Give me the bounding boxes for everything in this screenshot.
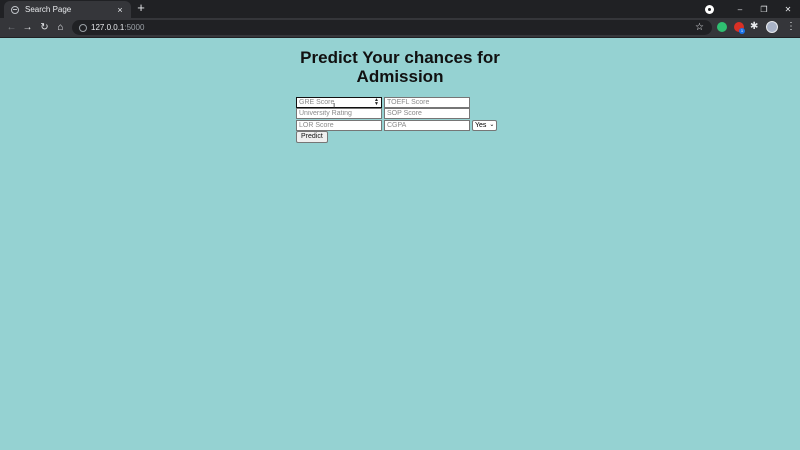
site-info-icon[interactable] [79, 24, 87, 32]
new-tab-icon[interactable]: + [135, 1, 147, 14]
close-window-button[interactable]: ✕ [776, 5, 800, 14]
url-host: 127.0.0.1 [91, 23, 125, 32]
sop-score-input[interactable] [384, 108, 470, 119]
reload-icon[interactable]: ↻ [38, 21, 51, 34]
page-viewport: Predict Your chances for Admission ▲▼ I … [0, 38, 800, 450]
url-port: :5000 [124, 23, 145, 32]
browser-tab[interactable]: Search Page × [4, 1, 131, 18]
back-icon[interactable]: ← [5, 21, 18, 34]
toefl-score-input[interactable] [384, 97, 470, 108]
page-title: Predict Your chances for Admission [300, 48, 500, 86]
gre-score-field[interactable]: ▲▼ [296, 97, 382, 108]
spin-button-icon[interactable]: ▲ ▼ [374, 98, 379, 107]
extensions-puzzle-icon[interactable]: ✱ [750, 21, 758, 33]
cgpa-input[interactable] [384, 120, 470, 131]
bookmark-star-icon[interactable]: ☆ [695, 20, 704, 35]
profile-dot-icon[interactable] [705, 4, 714, 14]
green-extension-icon[interactable] [717, 22, 727, 32]
profile-avatar[interactable] [766, 21, 778, 33]
predict-button[interactable]: Predict [296, 131, 328, 143]
window-controls: – ❐ ✕ [705, 0, 800, 18]
research-select-value: Yes [475, 122, 487, 129]
url-text[interactable]: 127.0.0.1:5000 [91, 21, 144, 34]
tab-title: Search Page [25, 5, 72, 14]
address-bar[interactable]: 127.0.0.1:5000 ☆ [72, 20, 712, 35]
menu-dots-icon[interactable]: ⋮ [786, 20, 796, 34]
lor-score-input[interactable] [296, 120, 382, 131]
minimize-button[interactable]: – [728, 5, 752, 14]
home-icon[interactable]: ⌂ [54, 21, 67, 34]
university-rating-input[interactable] [296, 108, 382, 119]
browser-tab-strip: Search Page × + – ❐ ✕ [0, 0, 800, 18]
forward-icon[interactable]: → [21, 21, 34, 34]
research-select[interactable]: Yes ⌄ [472, 120, 498, 131]
globe-icon [11, 5, 19, 14]
restore-button[interactable]: ❐ [752, 5, 776, 14]
chevron-down-icon: ⌄ [489, 122, 495, 128]
browser-toolbar: ← → ↻ ⌂ 127.0.0.1:5000 ☆ 1 ✱ ⋮ [0, 18, 800, 38]
extension-badge: 1 [739, 28, 745, 34]
close-tab-icon[interactable]: × [115, 5, 125, 15]
